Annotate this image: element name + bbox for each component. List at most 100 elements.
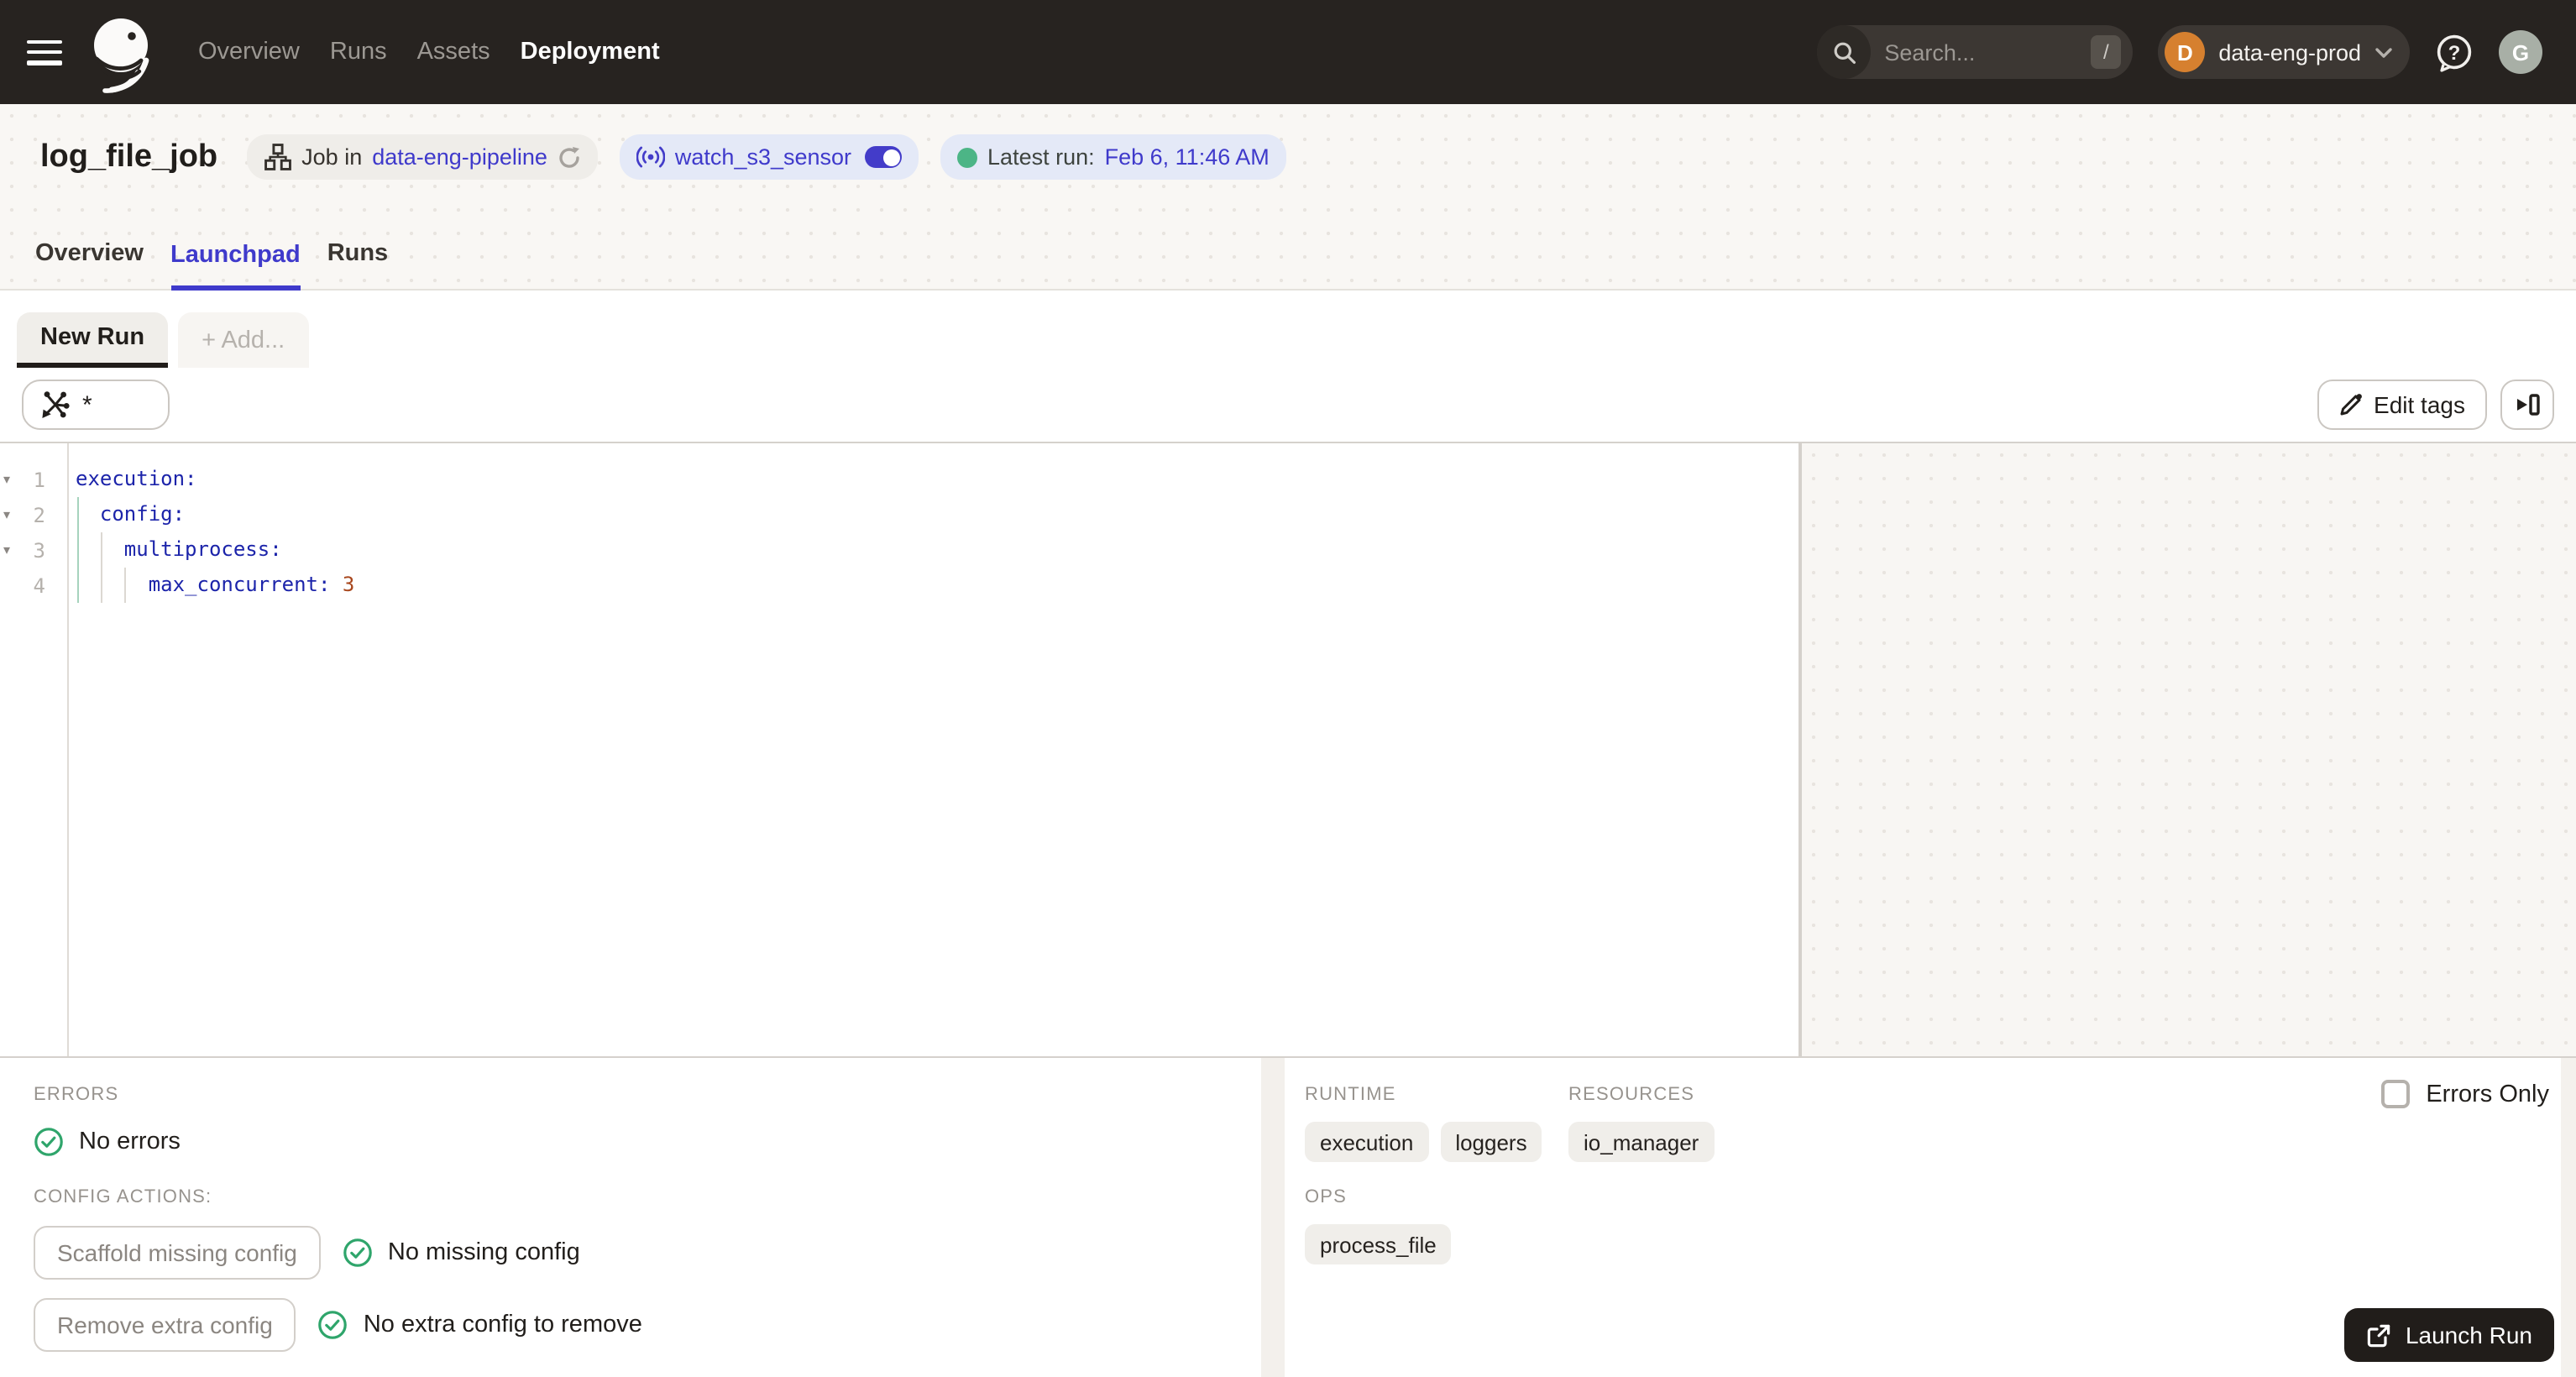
workspace-avatar: D: [2165, 32, 2206, 72]
check-circle-icon: [343, 1238, 372, 1267]
launchpad-panel: New Run + Add... * Edit tags ▾ 1 ▾ 2 ▾ 3…: [0, 291, 2576, 1377]
runtime-column: RUNTIME execution loggers: [1305, 1085, 1568, 1162]
latest-run-link[interactable]: Feb 6, 11:46 AM: [1105, 144, 1270, 170]
chevron-down-icon: [2375, 47, 2392, 57]
config-schema-panel: [1802, 443, 2576, 1056]
search-placeholder: Search...: [1884, 39, 1976, 65]
resources-label: RESOURCES: [1568, 1085, 1695, 1105]
reload-icon[interactable]: [558, 145, 581, 169]
yaml-key: multiprocess:: [76, 537, 282, 561]
toggle-knob: [882, 149, 900, 165]
job-graph-icon: [264, 144, 291, 170]
tab-launchpad[interactable]: Launchpad: [170, 242, 301, 291]
session-tab-add[interactable]: + Add...: [178, 312, 309, 368]
errors-section: ERRORS No errors CONFIG ACTIONS: Scaffol…: [0, 1058, 1261, 1377]
workspace-switcher[interactable]: D data-eng-prod: [2158, 25, 2410, 79]
svg-text:?: ?: [2448, 41, 2461, 64]
remove-extra-row: Remove extra config No extra config to r…: [34, 1298, 1261, 1352]
job-location-pill: Job in data-eng-pipeline: [246, 134, 598, 180]
launch-run-label: Launch Run: [2405, 1322, 2532, 1348]
line-number: 3: [33, 538, 45, 562]
sensor-toggle[interactable]: [865, 146, 903, 168]
line-number: 1: [33, 468, 45, 491]
scaffold-row: Scaffold missing config No missing confi…: [34, 1226, 1261, 1280]
editor-gutter: ▾ 1 ▾ 2 ▾ 3 4: [0, 443, 69, 1056]
pipeline-link[interactable]: data-eng-pipeline: [372, 144, 547, 170]
ops-column: OPS process_file: [1305, 1187, 2576, 1264]
no-errors-row: No errors: [34, 1127, 1261, 1157]
code-line[interactable]: multiprocess:: [76, 532, 1798, 568]
op-selector-icon: [42, 391, 70, 418]
yaml-editor-content[interactable]: execution: config: multiprocess: max_con…: [69, 443, 1798, 1056]
scaffold-status: No missing config: [343, 1238, 580, 1268]
bottom-splitter[interactable]: [1261, 1058, 1285, 1377]
session-tabs: New Run + Add...: [0, 291, 2576, 368]
latest-run-label: Latest run:: [987, 144, 1095, 170]
job-tabs: Overview Launchpad Runs: [0, 210, 2576, 291]
tab-overview[interactable]: Overview: [35, 240, 144, 289]
fold-arrow-icon[interactable]: ▾: [0, 532, 22, 568]
nav-overview[interactable]: Overview: [198, 39, 300, 65]
check-circle-icon: [319, 1311, 348, 1339]
nav-assets[interactable]: Assets: [417, 39, 490, 65]
config-actions-label: CONFIG ACTIONS:: [34, 1187, 212, 1207]
run-status-dot: [957, 147, 978, 167]
scaffold-missing-config-button[interactable]: Scaffold missing config: [34, 1226, 321, 1280]
sensor-link[interactable]: watch_s3_sensor: [675, 144, 851, 170]
code-line[interactable]: max_concurrent: 3: [76, 568, 1798, 603]
dagster-logo-icon[interactable]: [84, 15, 158, 99]
top-nav: Overview Runs Assets Deployment Search..…: [0, 0, 2576, 104]
latest-run-pill: Latest run: Feb 6, 11:46 AM: [940, 134, 1286, 180]
runtime-label: RUNTIME: [1305, 1085, 1396, 1105]
resources-column: RESOURCES io_manager: [1568, 1085, 1715, 1162]
errors-only-label: Errors Only: [2426, 1081, 2549, 1107]
remove-status-text: No extra config to remove: [363, 1312, 642, 1338]
help-icon[interactable]: ?: [2435, 33, 2474, 71]
app-window: Overview Runs Assets Deployment Search..…: [0, 0, 2576, 1377]
sensor-icon: [636, 146, 665, 168]
indent-guide: [76, 497, 78, 603]
tab-runs[interactable]: Runs: [327, 240, 389, 289]
job-prefix-label: Job in: [301, 144, 363, 170]
runtime-tag[interactable]: execution: [1305, 1122, 1429, 1162]
edit-tags-button[interactable]: Edit tags: [2317, 380, 2487, 430]
runtime-tag[interactable]: loggers: [1440, 1122, 1542, 1162]
launch-icon: [2368, 1323, 2391, 1347]
pencil-icon: [2339, 394, 2361, 416]
check-circle-icon: [34, 1128, 63, 1156]
search-shortcut-badge: /: [2091, 35, 2122, 69]
edit-tags-label: Edit tags: [2374, 391, 2465, 418]
launch-run-button[interactable]: Launch Run: [2344, 1308, 2554, 1362]
workspace-name: data-eng-prod: [2218, 39, 2361, 65]
scaffold-status-text: No missing config: [387, 1239, 580, 1266]
menu-icon[interactable]: [27, 39, 62, 65]
user-avatar[interactable]: G: [2499, 30, 2542, 74]
session-tab-new-run[interactable]: New Run: [17, 312, 169, 368]
open-panel-button[interactable]: [2500, 380, 2554, 430]
scroll-gutter: [2561, 1058, 2576, 1377]
yaml-key: max_concurrent:: [76, 573, 343, 596]
nav-right-cluster: Search... / D data-eng-prod ? G: [1817, 25, 2542, 79]
code-line[interactable]: config:: [76, 497, 1798, 532]
page-title: log_file_job: [40, 139, 218, 174]
search-icon: [1817, 25, 1872, 79]
code-line[interactable]: execution:: [76, 462, 1798, 497]
op-tag[interactable]: process_file: [1305, 1224, 1452, 1264]
yaml-value: 3: [342, 573, 355, 596]
fold-arrow-icon[interactable]: ▾: [0, 462, 22, 497]
yaml-key: execution:: [76, 467, 197, 490]
resource-tag[interactable]: io_manager: [1568, 1122, 1715, 1162]
yaml-key: config:: [76, 502, 186, 526]
op-selection-value: *: [82, 390, 92, 419]
no-errors-text: No errors: [79, 1128, 181, 1155]
errors-only-checkbox[interactable]: [2380, 1080, 2410, 1108]
remove-extra-config-button[interactable]: Remove extra config: [34, 1298, 296, 1352]
nav-deployment[interactable]: Deployment: [521, 39, 660, 65]
search-input[interactable]: Search... /: [1817, 25, 2134, 79]
nav-runs[interactable]: Runs: [330, 39, 387, 65]
panel-open-icon: [2517, 394, 2540, 416]
op-selection-input[interactable]: *: [22, 380, 170, 430]
line-number: 2: [33, 503, 45, 526]
fold-arrow-icon[interactable]: ▾: [0, 497, 22, 532]
indent-guide: [100, 532, 102, 603]
